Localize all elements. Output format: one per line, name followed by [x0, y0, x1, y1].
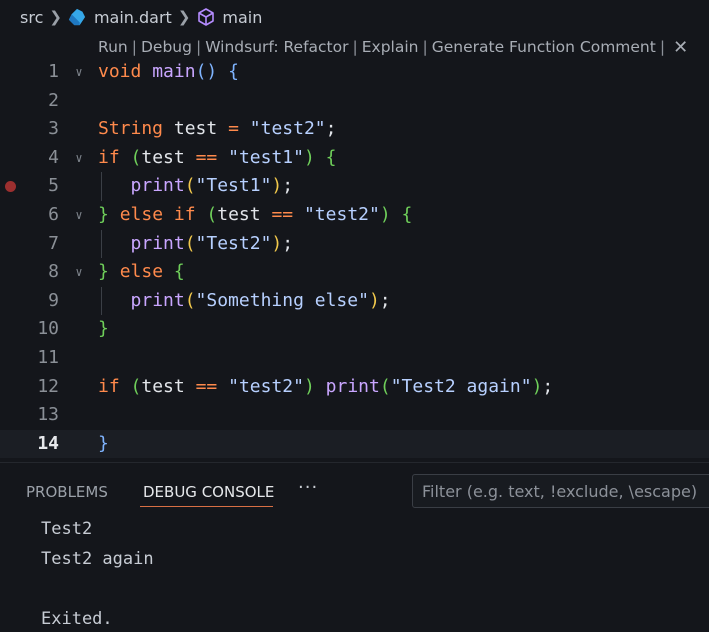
- breadcrumb-folder[interactable]: src: [20, 8, 43, 27]
- tab-debug-console[interactable]: DEBUG CONSOLE: [143, 483, 274, 501]
- console-output-line: Test2: [41, 519, 93, 539]
- code-line[interactable]: 12 if (test == "test2") print("Test2 aga…: [0, 373, 709, 402]
- chevron-right-icon: ❯: [49, 8, 62, 26]
- codelens-refactor[interactable]: Windsurf: Refactor: [205, 38, 348, 56]
- console-output-line: Test2 again: [41, 549, 154, 569]
- codelens-separator: |: [659, 38, 666, 56]
- console-output-line: Exited.: [41, 609, 113, 629]
- line-number: 10: [37, 318, 59, 340]
- breadcrumb-symbol[interactable]: main: [222, 8, 262, 27]
- line-number: 11: [37, 347, 59, 368]
- bottom-panel: PROBLEMS DEBUG CONSOLE ··· Test2 Test2 a…: [0, 462, 709, 632]
- line-number: 6: [48, 204, 59, 225]
- codelens-separator: |: [422, 38, 428, 56]
- code-line[interactable]: 9 print("Something else");: [0, 286, 709, 316]
- method-cube-icon: [198, 8, 215, 26]
- code-text: void main() {: [98, 61, 239, 82]
- line-number: 1: [48, 61, 59, 82]
- code-line-current[interactable]: 14 }: [0, 429, 709, 459]
- code-text: }: [98, 432, 109, 454]
- code-line[interactable]: 1 ∨ void main() {: [0, 58, 709, 87]
- fold-chevron-icon[interactable]: ∨: [72, 258, 86, 287]
- active-tab-indicator: [140, 506, 273, 507]
- fold-chevron-icon[interactable]: ∨: [72, 58, 86, 87]
- codelens-separator: |: [131, 38, 137, 56]
- code-text: print("Something else");: [130, 289, 391, 311]
- code-line[interactable]: 3 String test = "test2";: [0, 115, 709, 144]
- code-line[interactable]: 4 ∨ if (test == "test1") {: [0, 144, 709, 173]
- code-line[interactable]: 7 print("Test2");: [0, 229, 709, 259]
- breadcrumb: src ❯ main.dart ❯ main: [0, 0, 709, 34]
- line-number: 4: [48, 146, 59, 168]
- code-line[interactable]: 5 print("Test1");: [0, 172, 709, 201]
- code-line[interactable]: 8 ∨ } else {: [0, 258, 709, 287]
- chevron-right-icon: ❯: [177, 8, 191, 26]
- code-line[interactable]: 13: [0, 401, 709, 430]
- code-line[interactable]: 2: [0, 87, 709, 116]
- code-text: if (test == "test2") print("Test2 again"…: [98, 375, 554, 397]
- line-number: 3: [48, 118, 59, 140]
- tab-problems[interactable]: PROBLEMS: [26, 483, 108, 501]
- line-number: 9: [48, 289, 59, 311]
- line-number: 8: [48, 261, 59, 283]
- code-text: String test = "test2";: [98, 118, 337, 140]
- line-number: 2: [48, 89, 59, 111]
- line-number: 14: [37, 432, 59, 454]
- code-text: }: [98, 318, 109, 340]
- codelens-separator: |: [352, 38, 358, 56]
- line-number: 13: [37, 404, 59, 426]
- code-line[interactable]: 6 ∨ } else if (test == "test2") {: [0, 201, 709, 230]
- codelens-debug[interactable]: Debug: [141, 38, 192, 56]
- code-text: print("Test1");: [130, 175, 294, 197]
- line-number: 7: [48, 232, 59, 254]
- code-text: } else {: [98, 261, 185, 283]
- code-text: if (test == "test1") {: [98, 146, 337, 168]
- codelens-explain[interactable]: Explain: [362, 38, 419, 56]
- more-icon[interactable]: ···: [298, 477, 318, 498]
- code-lens: Run | Debug | Windsurf: Refactor | Expla…: [98, 35, 688, 59]
- filter-input[interactable]: [412, 474, 709, 508]
- code-line[interactable]: 11: [0, 344, 709, 373]
- code-text: } else if (test == "test2") {: [98, 204, 413, 225]
- code-line[interactable]: 10 }: [0, 315, 709, 344]
- line-number: 5: [48, 175, 59, 197]
- codelens-run[interactable]: Run: [98, 38, 128, 56]
- line-number: 12: [37, 375, 59, 397]
- code-text: print("Test2");: [130, 232, 294, 254]
- close-icon[interactable]: ✕: [673, 37, 688, 58]
- breadcrumb-file[interactable]: main.dart: [94, 8, 172, 27]
- dart-file-icon: [68, 8, 86, 26]
- codelens-separator: |: [195, 38, 202, 56]
- fold-chevron-icon[interactable]: ∨: [72, 201, 86, 230]
- fold-chevron-icon[interactable]: ∨: [72, 144, 86, 173]
- codelens-generate-comment[interactable]: Generate Function Comment: [432, 38, 656, 56]
